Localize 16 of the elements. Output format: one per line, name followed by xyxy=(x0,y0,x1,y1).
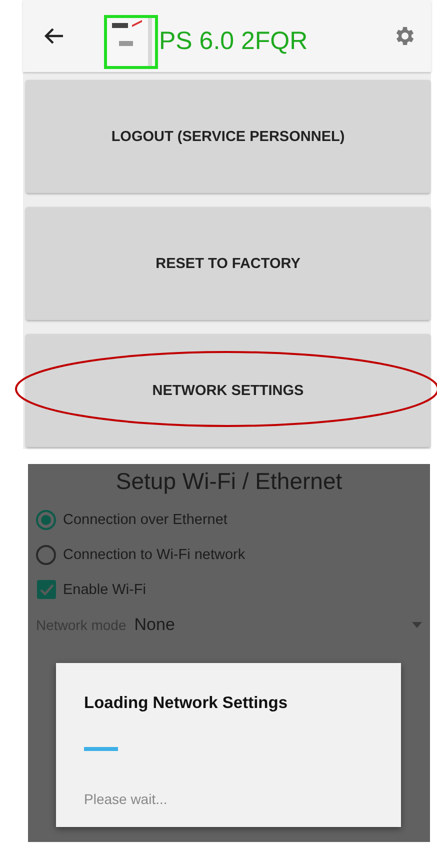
progress-indicator xyxy=(84,747,118,751)
dialog-message: Please wait... xyxy=(84,791,168,807)
dropdown-caret-icon xyxy=(412,622,422,628)
back-arrow-icon[interactable] xyxy=(44,27,64,45)
device-title: PS 6.0 2FQR xyxy=(159,26,309,56)
option-label: Connection over Ethernet xyxy=(63,512,228,528)
checkbox-label: Enable Wi-Fi xyxy=(63,582,146,598)
dialog-title: Loading Network Settings xyxy=(84,694,289,713)
menu-button[interactable]: NETWORK SETTINGS xyxy=(26,334,430,447)
radio-button[interactable] xyxy=(36,544,56,564)
checkbox[interactable] xyxy=(37,580,56,599)
menu-button[interactable]: LOGOUT (SERVICE PERSONNEL) xyxy=(26,80,430,193)
radio-button[interactable] xyxy=(36,510,56,530)
setup-title: Setup Wi-Fi / Ethernet xyxy=(114,467,344,496)
option-label: Connection to Wi-Fi network xyxy=(63,546,246,562)
menu-button[interactable]: RESET TO FACTORY xyxy=(26,207,430,320)
